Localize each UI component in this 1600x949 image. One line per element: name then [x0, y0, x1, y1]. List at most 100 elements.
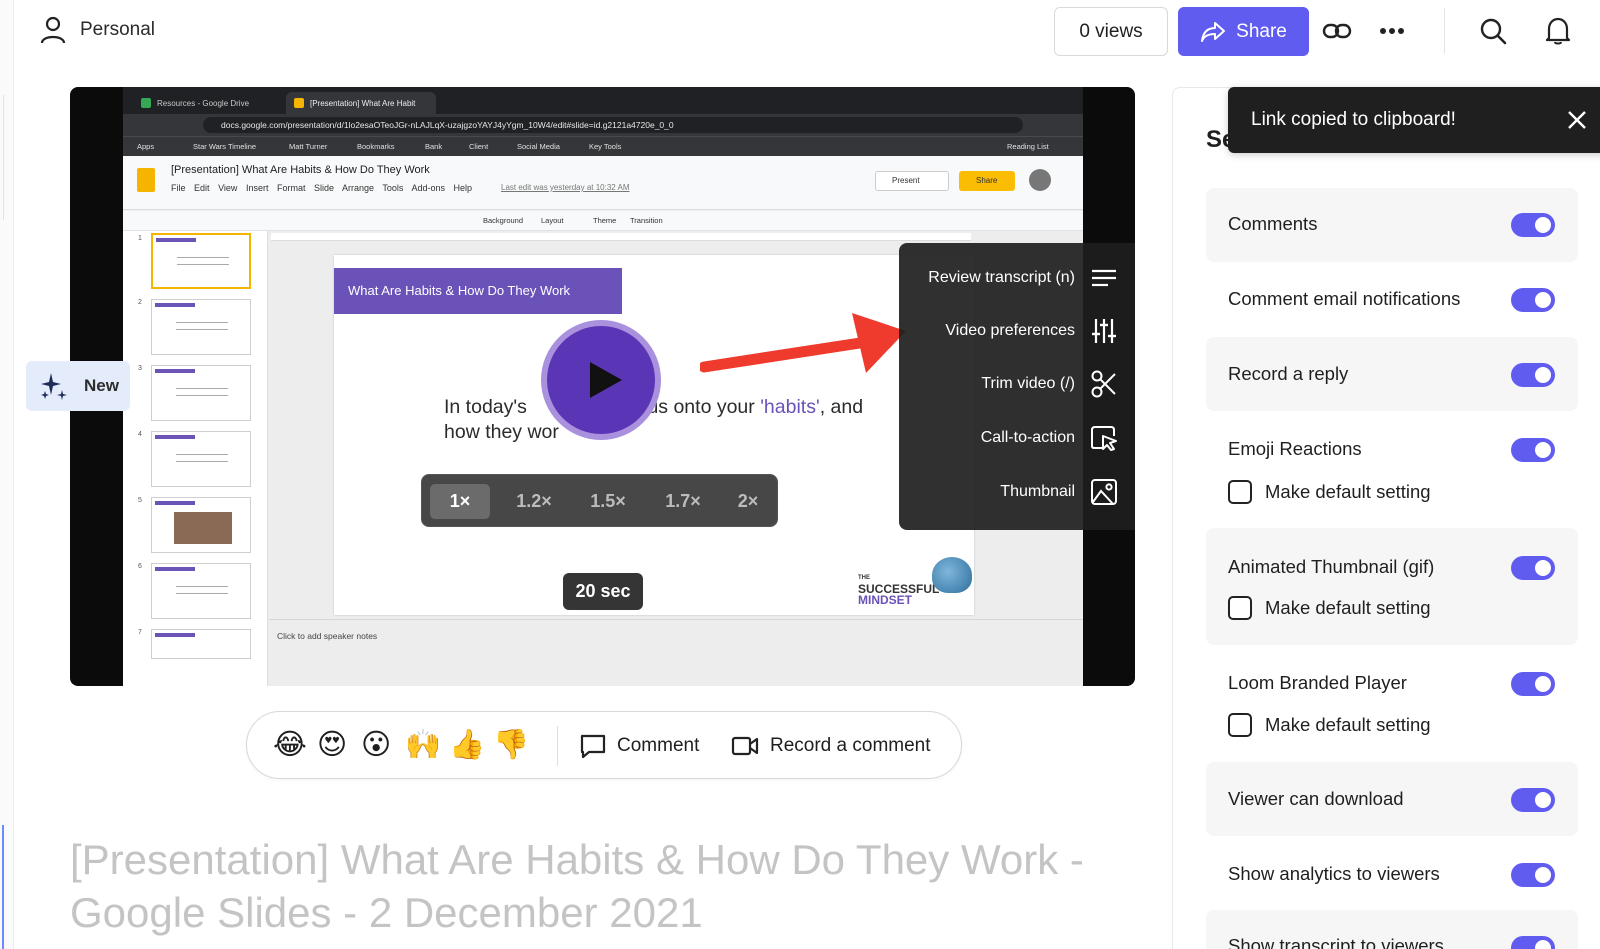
speed-option-1-7x[interactable]: 1.7× — [651, 484, 715, 519]
loom-branded-player-toggle[interactable] — [1511, 672, 1555, 696]
menu-item: View — [218, 183, 238, 193]
speed-option-1-2x[interactable]: 1.2× — [502, 484, 566, 519]
slide-number: 3 — [138, 365, 142, 372]
animated-thumbnail-default-checkbox[interactable]: Make default setting — [1228, 596, 1431, 620]
viewer-can-download-toggle[interactable] — [1511, 788, 1555, 812]
more-options-button[interactable] — [1375, 14, 1409, 48]
menu-item-label: Call-to-action — [980, 429, 1075, 446]
setting-label: Viewer can download — [1228, 788, 1404, 809]
workspace-switcher[interactable]: Personal — [40, 16, 155, 44]
slide-number: 1 — [138, 235, 142, 242]
successful-mindset-logo: THE SUCCESSFUL MINDSET — [858, 573, 939, 606]
transcript-lines-icon — [1089, 263, 1119, 293]
emoji-thumbs-down-button[interactable]: 👎 — [493, 727, 529, 763]
browser-tab-bar: Resources - Google Drive [Presentation] … — [123, 87, 1083, 114]
comments-toggle[interactable] — [1511, 213, 1555, 237]
trim-video-item[interactable]: Trim video (/) — [899, 359, 1135, 409]
emoji-reactions-toggle[interactable] — [1511, 438, 1555, 462]
menu-item: Arrange — [342, 183, 375, 193]
bell-icon — [1545, 17, 1571, 45]
checkbox-label: Make default setting — [1265, 597, 1431, 618]
last-edit-link: Last edit was yesterday at 10:32 AM — [501, 183, 630, 192]
review-transcript-item[interactable]: Review transcript (n) — [899, 253, 1135, 303]
rail-active-marker — [0, 825, 4, 949]
link-copied-toast: Link copied to clipboard! — [1228, 87, 1600, 153]
new-feature-button[interactable]: New — [26, 361, 130, 411]
menu-item-label: Thumbnail — [1000, 483, 1075, 500]
link-icon — [1322, 23, 1352, 39]
browser-tab: Resources - Google Drive — [133, 92, 283, 114]
speed-option-1x[interactable]: 1× — [430, 484, 490, 519]
call-to-action-item[interactable]: Call-to-action — [899, 413, 1135, 463]
checkbox-label: Make default setting — [1265, 481, 1431, 502]
loom-branded-player-default-checkbox[interactable]: Make default setting — [1228, 713, 1431, 737]
play-icon — [590, 362, 622, 398]
cursor-click-icon — [1089, 423, 1119, 453]
record-comment-button[interactable]: Record a comment — [731, 728, 931, 764]
emoji-heart-eyes-button[interactable]: 😍 — [317, 727, 347, 763]
video-preferences-item[interactable]: Video preferences — [899, 306, 1135, 356]
slide-number: 4 — [138, 431, 142, 438]
setting-loom-branded-player: Loom Branded Player Make default setting — [1206, 645, 1578, 762]
search-icon — [1480, 18, 1507, 45]
speed-option-1-5x[interactable]: 1.5× — [576, 484, 640, 519]
comment-email-notifications-toggle[interactable] — [1511, 288, 1555, 312]
slide-number: 2 — [138, 299, 142, 306]
video-title: [Presentation] What Are Habits & How Do … — [70, 836, 1084, 936]
share-button[interactable]: Share — [1178, 7, 1309, 56]
brain-logo-icon — [932, 557, 972, 593]
slide-thumbnail — [151, 497, 251, 553]
rail-divider — [0, 95, 4, 220]
speed-option-2x[interactable]: 2× — [725, 484, 771, 519]
views-button[interactable]: 0 views — [1054, 7, 1168, 56]
slide-filmstrip: 1 2 3 4 5 6 7 — [123, 231, 268, 686]
emoji-laugh-button[interactable]: 😂 — [273, 727, 307, 763]
checkbox[interactable] — [1228, 596, 1252, 620]
bookmark: Matt Turner — [289, 142, 328, 151]
emoji-reactions-default-checkbox[interactable]: Make default setting — [1228, 480, 1431, 504]
menu-item: Insert — [245, 183, 269, 193]
emoji-thumbs-up-button[interactable]: 👍 — [449, 727, 485, 763]
show-analytics-toggle[interactable] — [1511, 863, 1555, 887]
record-reply-toggle[interactable] — [1511, 363, 1555, 387]
header-divider — [1444, 8, 1445, 54]
emoji-surprised-button[interactable]: 😮 — [361, 727, 391, 763]
comment-label: Comment — [617, 735, 700, 756]
slide-thumbnail — [151, 563, 251, 619]
search-button[interactable] — [1476, 14, 1510, 48]
share-label: Share — [1236, 20, 1287, 42]
show-transcript-toggle[interactable] — [1511, 936, 1555, 949]
play-button[interactable] — [541, 320, 661, 440]
animated-thumbnail-toggle[interactable] — [1511, 556, 1555, 580]
slide-text-highlight: 'habits' — [760, 396, 820, 418]
emoji-raised-hands-button[interactable]: 🙌 — [405, 727, 441, 763]
slides-icon — [294, 98, 304, 108]
comment-button[interactable]: Comment — [580, 728, 699, 764]
comment-bubble-icon — [580, 734, 606, 759]
setting-label: Show analytics to viewers — [1228, 863, 1440, 884]
checkbox[interactable] — [1228, 713, 1252, 737]
slide-title: What Are Habits & How Do They Work — [334, 268, 622, 314]
setting-label: Comments — [1228, 213, 1318, 234]
speaker-notes: Click to add speaker notes — [277, 631, 378, 641]
bookmark: Client — [469, 142, 489, 151]
thumbnail-item[interactable]: Thumbnail — [899, 467, 1135, 517]
copy-link-button[interactable] — [1320, 14, 1354, 48]
notes-divider — [269, 619, 1083, 620]
toast-message: Link copied to clipboard! — [1251, 109, 1456, 130]
slide-number: 7 — [138, 629, 142, 636]
red-annotation-arrow — [700, 313, 906, 373]
reactions-bar: 😂 😍 😮 🙌 👍 👎 Comment Record a comment — [246, 711, 962, 779]
setting-animated-thumbnail: Animated Thumbnail (gif) Make default se… — [1206, 528, 1578, 645]
avatar — [1029, 169, 1051, 191]
close-icon[interactable] — [1564, 107, 1590, 133]
slides-toolbar: Background Layout Theme Transition — [123, 211, 1083, 231]
menu-item: Edit — [194, 183, 210, 193]
notifications-button[interactable] — [1541, 14, 1575, 48]
left-rail — [0, 0, 14, 949]
checkbox[interactable] — [1228, 480, 1252, 504]
bookmark: Star Wars Timeline — [193, 142, 257, 151]
duration-badge: 20 sec — [563, 573, 643, 610]
logo-text: MINDSET — [858, 593, 912, 607]
playback-speed-selector: 1× 1.2× 1.5× 1.7× 2× — [421, 474, 778, 527]
